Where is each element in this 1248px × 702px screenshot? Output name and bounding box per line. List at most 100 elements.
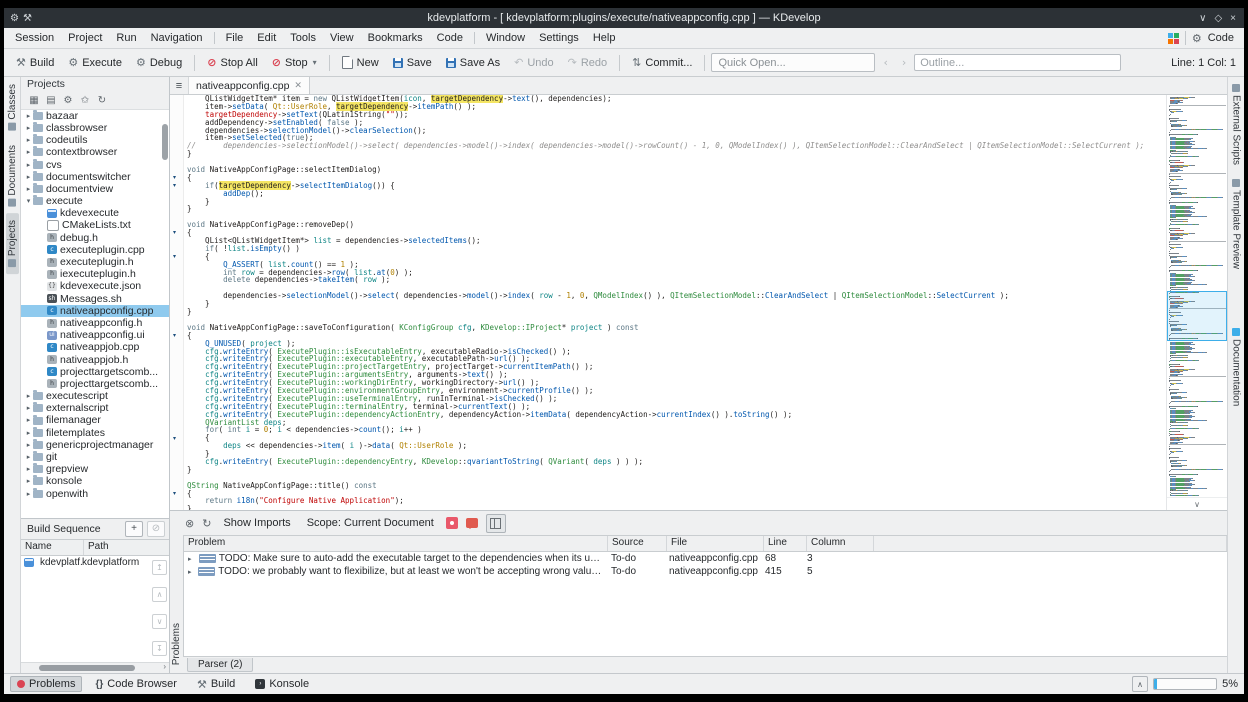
save-button[interactable]: Save bbox=[387, 54, 438, 72]
quick-open-combo[interactable]: Quick Open... bbox=[711, 53, 876, 72]
area-switcher-button[interactable]: Code bbox=[1208, 32, 1234, 44]
scroll-down-icon[interactable]: ∨ bbox=[1167, 497, 1227, 510]
settings-icon[interactable]: ⚙ bbox=[61, 95, 75, 106]
minimap-viewport[interactable] bbox=[1167, 291, 1227, 341]
stop-dropdown-icon[interactable]: ▾ bbox=[313, 58, 317, 67]
editor-gutter[interactable]: ▾ ▾ ▾ ▾ ▾ ▾ ▾ bbox=[170, 95, 184, 510]
tree-item-codeutils[interactable]: ▸ codeutils bbox=[21, 134, 169, 146]
expander-icon[interactable]: ▸ bbox=[24, 475, 33, 487]
close-button[interactable]: × bbox=[1230, 13, 1236, 24]
scroll-right-icon[interactable]: › bbox=[163, 662, 166, 671]
expander-icon[interactable]: ▸ bbox=[24, 390, 33, 402]
tree-item-nativeappjob-cpp[interactable]: c nativeappjob.cpp bbox=[21, 341, 169, 353]
move-up-button[interactable]: ∧ bbox=[152, 586, 167, 602]
statusbar-code-browser-button[interactable]: {} Code Browser bbox=[88, 676, 184, 692]
expander-icon[interactable]: ▸ bbox=[24, 159, 33, 171]
tree-item-konsole[interactable]: ▸ konsole bbox=[21, 475, 169, 487]
expander-icon[interactable]: ▸ bbox=[24, 402, 33, 414]
stop-all-button[interactable]: ⊘ Stop All bbox=[201, 53, 264, 72]
scope-dropdown[interactable]: Scope: Current Document bbox=[303, 515, 438, 531]
nav-back-button[interactable]: ‹ bbox=[877, 53, 893, 72]
tree-item-genericprojectmanager[interactable]: ▸ genericprojectmanager bbox=[21, 439, 169, 451]
expander-icon[interactable]: ▸ bbox=[24, 122, 33, 134]
tree-mode-icon[interactable]: ▦ bbox=[27, 95, 41, 106]
expander-icon[interactable]: ▸ bbox=[24, 183, 33, 195]
expander-icon[interactable]: ▸ bbox=[24, 427, 33, 439]
expander-icon[interactable]: ▸ bbox=[24, 110, 33, 122]
close-panel-icon[interactable]: ⊗ bbox=[185, 517, 194, 530]
tree-scrollbar[interactable] bbox=[162, 110, 168, 518]
tree-item-executescript[interactable]: ▸ executescript bbox=[21, 390, 169, 402]
menu-help[interactable]: Help bbox=[586, 30, 623, 46]
bookmark-icon[interactable]: ✩ bbox=[78, 95, 92, 106]
tree-item-externalscript[interactable]: ▸ externalscript bbox=[21, 402, 169, 414]
tree-item-CMakeLists-txt[interactable]: CMakeLists.txt bbox=[21, 219, 169, 231]
tree-item-documentswitcher[interactable]: ▸ documentswitcher bbox=[21, 171, 169, 183]
expander-icon[interactable]: ▸ bbox=[24, 146, 33, 158]
menu-navigation[interactable]: Navigation bbox=[144, 30, 210, 46]
debug-button[interactable]: ⚙ Debug bbox=[130, 53, 188, 72]
expander-icon[interactable]: ▸ bbox=[24, 439, 33, 451]
tree-item-executeplugin-h[interactable]: h executeplugin.h bbox=[21, 256, 169, 268]
tree-item-nativeappconfig-h[interactable]: h nativeappconfig.h bbox=[21, 317, 169, 329]
toolview-tab-classes[interactable]: Classes bbox=[6, 77, 19, 138]
build-sequence-row[interactable]: kdevplatf...kdevplatform bbox=[21, 556, 169, 569]
tree-item-filemanager[interactable]: ▸ filemanager bbox=[21, 414, 169, 426]
fold-marker-icon[interactable]: ▾ bbox=[173, 182, 176, 189]
toolview-tab-external-scripts[interactable]: External Scripts bbox=[1230, 77, 1243, 172]
show-imports-toggle[interactable]: Show Imports bbox=[219, 515, 294, 531]
comment-filter-icon[interactable] bbox=[465, 518, 478, 529]
reload-icon[interactable]: ↻ bbox=[95, 95, 109, 106]
build-button[interactable]: ⚒ Build bbox=[10, 53, 60, 72]
tree-item-debug-h[interactable]: h debug.h bbox=[21, 232, 169, 244]
add-to-build-sequence-button[interactable]: + bbox=[125, 520, 143, 537]
expander-icon[interactable]: ▸ bbox=[24, 463, 33, 475]
problem-row[interactable]: ▸ TODO: Make sure to auto-add the executa… bbox=[184, 552, 1227, 565]
remove-from-build-sequence-button[interactable]: ⊘ bbox=[147, 520, 165, 537]
menu-settings[interactable]: Settings bbox=[532, 30, 586, 46]
move-bottom-button[interactable]: ↧ bbox=[152, 640, 167, 656]
refresh-icon[interactable]: ↻ bbox=[202, 517, 211, 530]
nav-forward-button[interactable]: › bbox=[896, 53, 912, 72]
problems-column-column[interactable]: Column bbox=[807, 536, 874, 551]
document-list-icon[interactable]: ≡ bbox=[170, 77, 189, 94]
problem-row[interactable]: ▸ TODO: we probably want to flexibilize, … bbox=[184, 565, 1227, 578]
menu-bookmarks[interactable]: Bookmarks bbox=[361, 30, 430, 46]
toolview-tab-projects[interactable]: Projects bbox=[5, 213, 19, 275]
save-as-button[interactable]: Save As bbox=[440, 54, 506, 72]
code-editor[interactable]: ▾ ▾ ▾ ▾ ▾ ▾ ▾ QListWidgetItem* item = new QLis… bbox=[170, 95, 1227, 510]
problems-column-source[interactable]: Source bbox=[608, 536, 667, 551]
tree-item-kdevexecute[interactable]: kdevexecute bbox=[21, 207, 169, 219]
statusbar-konsole-button[interactable]: › Konsole bbox=[248, 676, 316, 692]
menu-view[interactable]: View bbox=[323, 30, 361, 46]
menu-window[interactable]: Window bbox=[479, 30, 532, 46]
toolview-tab-documentation[interactable]: Documentation bbox=[1230, 321, 1243, 413]
tree-item-iexecuteplugin-h[interactable]: h iexecuteplugin.h bbox=[21, 268, 169, 280]
statusbar-build-button[interactable]: ⚒ Build bbox=[190, 676, 242, 693]
tree-item-projecttargetscomb---[interactable]: h projecttargetscomb... bbox=[21, 378, 169, 390]
menu-run[interactable]: Run bbox=[109, 30, 143, 46]
fold-marker-icon[interactable]: ▾ bbox=[173, 332, 176, 339]
commit-button[interactable]: ⇅ Commit... bbox=[626, 53, 698, 72]
tree-item-classbrowser[interactable]: ▸ classbrowser bbox=[21, 122, 169, 134]
fold-marker-icon[interactable]: ▾ bbox=[173, 435, 176, 442]
expander-icon[interactable]: ▸ bbox=[24, 451, 33, 463]
tree-item-kdevexecute-json[interactable]: {} kdevexecute.json bbox=[21, 280, 169, 292]
move-down-button[interactable]: ∨ bbox=[152, 613, 167, 629]
problems-column-file[interactable]: File bbox=[667, 536, 764, 551]
background-parser-progress[interactable] bbox=[1153, 678, 1218, 690]
tree-item-nativeappjob-h[interactable]: h nativeappjob.h bbox=[21, 354, 169, 366]
expander-icon[interactable]: ▸ bbox=[24, 171, 33, 183]
fold-marker-icon[interactable]: ▾ bbox=[173, 229, 176, 236]
execute-button[interactable]: ⚙ Execute bbox=[62, 53, 128, 72]
tree-item-cvs[interactable]: ▸ cvs bbox=[21, 159, 169, 171]
tree-item-Messages-sh[interactable]: sh Messages.sh bbox=[21, 293, 169, 305]
new-button[interactable]: New bbox=[336, 53, 385, 72]
tree-item-projecttargetscomb---[interactable]: c projecttargetscomb... bbox=[21, 366, 169, 378]
working-set-icon[interactable] bbox=[1167, 32, 1179, 44]
toolview-tab-documents[interactable]: Documents bbox=[6, 138, 19, 214]
problems-column-problem[interactable]: Problem bbox=[184, 536, 608, 551]
expander-icon[interactable]: ▾ bbox=[24, 195, 33, 207]
tree-item-openwith[interactable]: ▸ openwith bbox=[21, 488, 169, 500]
tree-item-executeplugin-cpp[interactable]: c executeplugin.cpp bbox=[21, 244, 169, 256]
